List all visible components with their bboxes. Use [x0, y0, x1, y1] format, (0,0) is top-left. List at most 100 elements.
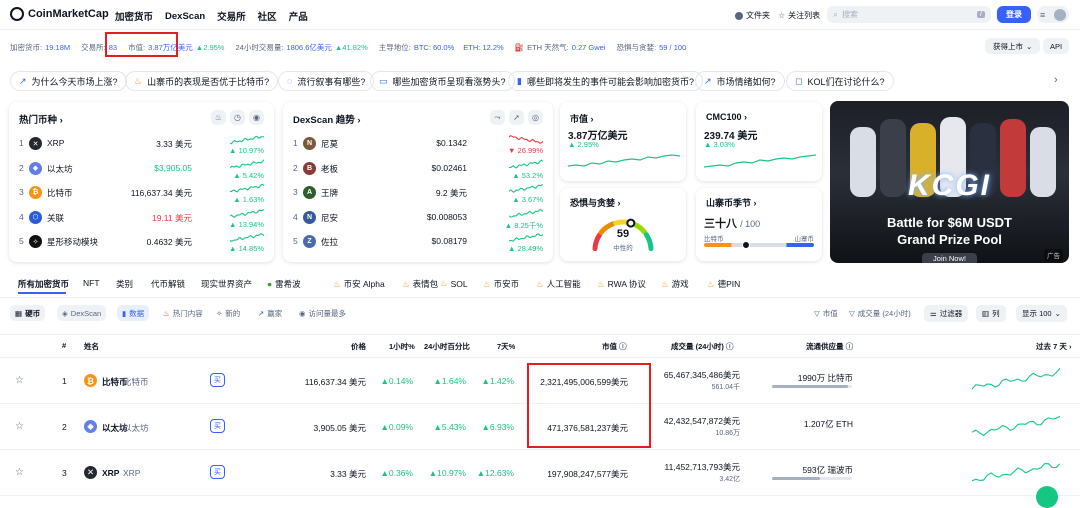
col-1h[interactable]: 1小时%: [389, 341, 415, 352]
tab-meme[interactable]: ♨ 表情包: [402, 278, 438, 290]
ai-question-pill[interactable]: ♨ 山寨币的表现是否优于比特币?: [125, 71, 279, 91]
tab-depin[interactable]: ♨ 德PIN: [707, 278, 740, 290]
ad-join-button[interactable]: Join Now!: [922, 253, 977, 263]
col-price[interactable]: 价格: [351, 341, 366, 352]
trending-row[interactable]: 5 ✧ 星形移动模块 0.4632 美元 ▲ 14.85%: [9, 230, 274, 254]
tab-all-crypto[interactable]: 所有加密货币: [18, 278, 69, 290]
buy-button[interactable]: 买: [210, 465, 225, 479]
tab-categories[interactable]: 类别: [116, 278, 133, 290]
dexscan-row[interactable]: 1 N 尼莫 $0.1342 ▼ 26.99%: [283, 132, 553, 156]
coin-name[interactable]: XRP: [102, 468, 119, 478]
show-rows-select[interactable]: 显示 100 ⌄: [1016, 305, 1067, 322]
stat-eth-dominance[interactable]: ETH: 12.2%: [463, 43, 503, 52]
tab-sol[interactable]: ♨ SOL: [440, 278, 468, 289]
stat-eth-gas[interactable]: 0.27 Gwei: [572, 43, 606, 52]
trending-card-title[interactable]: 热门币种 ›: [19, 112, 63, 126]
watchlist-star-icon[interactable]: ☆: [15, 467, 24, 478]
nav-item-dexscan[interactable]: DexScan: [165, 11, 205, 22]
col-last-7-days[interactable]: 过去 7 天 ›: [1036, 341, 1071, 352]
bitcoin-icon: ₿: [29, 186, 42, 199]
get-listed-button[interactable]: 获得上市 ⌄: [985, 38, 1041, 54]
cmc100-card[interactable]: CMC100 › 239.74 美元 ▲ 3.03%: [696, 102, 822, 181]
search-input[interactable]: ⌕ 搜索 /: [827, 6, 991, 23]
filter-volume[interactable]: ▽ 成交量 (24小时): [849, 308, 911, 319]
col-supply[interactable]: 流通供应量 ⓘ: [806, 341, 853, 352]
coin-name: 关联: [47, 212, 65, 223]
filter-coins[interactable]: ▦ 硬币: [10, 305, 46, 321]
buy-button[interactable]: 买: [210, 419, 225, 433]
ai-question-pill[interactable]: ◌ 流行叙事有哪些?: [278, 71, 375, 91]
stat-btc-dominance[interactable]: BTC: 60.0%: [414, 43, 454, 52]
stat-fear-greed[interactable]: 59 / 100: [659, 43, 686, 52]
filter-hot[interactable]: ♨ 热门内容: [163, 308, 203, 319]
clock-icon[interactable]: ◷: [230, 110, 245, 125]
tab-nft[interactable]: NFT: [83, 278, 100, 288]
watchlist-star-icon[interactable]: ☆: [15, 375, 24, 386]
api-button[interactable]: API: [1043, 38, 1070, 54]
pool-icon[interactable]: ◎: [528, 110, 543, 125]
trending-row[interactable]: 4 ⬡ 关联 19.11 美元 ▲ 13.94%: [9, 206, 274, 230]
nav-item-exchanges[interactable]: 交易所: [217, 9, 246, 23]
filter-market-cap[interactable]: ▽ 市值: [814, 308, 838, 319]
eye-icon[interactable]: ◉: [249, 110, 264, 125]
filter-dexscan[interactable]: ◈ DexScan: [57, 305, 107, 321]
tab-rwa[interactable]: 现实世界资产: [201, 278, 252, 290]
col-volume[interactable]: 成交量 (24小时) ⓘ: [671, 341, 734, 352]
route-icon[interactable]: ⤳: [490, 110, 505, 125]
tab-binance-alpha[interactable]: ♨ 币安 Alpha: [333, 278, 385, 290]
stat-volume[interactable]: 1806.6亿美元: [286, 42, 331, 53]
nav-item-cryptocurrencies[interactable]: 加密货币: [115, 9, 153, 23]
flame-icon[interactable]: ♨: [211, 110, 226, 125]
table-row[interactable]: ☆ 3 ✕ XRP XRP 买 3.33 美元 ▲0.36% ▲10.97% ▲12.63% 197…: [0, 450, 1080, 496]
logo[interactable]: CoinMarketCap: [10, 7, 109, 21]
tab-ai[interactable]: ♨ 人工智能: [536, 278, 581, 290]
filter-ranking[interactable]: ▮ 数据: [117, 305, 150, 321]
col-24h[interactable]: 24小时百分比: [424, 341, 470, 352]
filter-gainers[interactable]: ↗ 赢家: [258, 308, 282, 319]
login-button[interactable]: 登录: [997, 6, 1031, 23]
tab-token-unlocks[interactable]: 代币解锁: [151, 278, 185, 290]
scroll-to-top-button[interactable]: [1036, 486, 1058, 508]
trending-row[interactable]: 1 ✕ XRP 3.33 美元 ▲ 10.97%: [9, 132, 274, 156]
watchlist-link[interactable]: ☆ 关注列表: [778, 10, 820, 21]
account-menu[interactable]: ≡: [1037, 6, 1069, 23]
tab-gaming[interactable]: ♨ 游戏: [661, 278, 689, 290]
tab-memecoin[interactable]: ● 雷希波: [267, 278, 301, 290]
ai-question-pill[interactable]: ↗ 为什么今天市场上涨?: [10, 71, 127, 91]
ai-question-pill[interactable]: ▮ 哪些即将发生的事件可能会影响加密货币?: [508, 71, 703, 91]
dexscan-row[interactable]: 2 B 老板 $0.02461 ▲ 53.2%: [283, 157, 553, 181]
chevron-right-icon[interactable]: ›: [1054, 74, 1058, 86]
ad-banner[interactable]: KCGI Battle for $6M USDT Grand Prize Poo…: [830, 101, 1069, 263]
nav-item-community[interactable]: 社区: [258, 9, 277, 23]
coin-change: ▲ 53.2%: [512, 170, 543, 180]
altcoin-season-card[interactable]: 山寨币季节 › 三十八 / 100 比特币 山寨币: [696, 188, 822, 261]
filters-button[interactable]: ⚌ 过滤器: [924, 305, 969, 322]
col-rank[interactable]: #: [62, 341, 66, 350]
tab-rwa-protocol[interactable]: ♨ RWA 协议: [597, 278, 646, 290]
watchlist-star-icon[interactable]: ☆: [15, 421, 24, 432]
columns-button[interactable]: ▥ 列: [976, 305, 1006, 322]
col-name[interactable]: 姓名: [84, 341, 99, 352]
dexscan-card-title[interactable]: DexScan 趋势 ›: [293, 112, 361, 126]
rocket-icon[interactable]: ➚: [509, 110, 524, 125]
ai-question-pill[interactable]: ↗ 市场情绪如何?: [695, 71, 785, 91]
ai-question-pill[interactable]: ▭ 哪些加密货币呈现看涨势头?: [370, 71, 515, 91]
stat-coins[interactable]: 19.18M: [45, 43, 70, 52]
filter-most-visited[interactable]: ◉ 访问量最多: [299, 308, 346, 319]
nav-item-products[interactable]: 产品: [289, 9, 308, 23]
ai-question-pill[interactable]: ◻ KOL们在讨论什么?: [786, 71, 894, 91]
coin-symbol: 以太坊: [123, 423, 149, 433]
portfolio-link[interactable]: 文件夹: [735, 10, 770, 21]
market-cap-card[interactable]: 市值 › 3.87万亿美元 ▲ 2.95%: [560, 102, 686, 181]
dexscan-row[interactable]: 5 Z 佐拉 $0.08179 ▲ 28.49%: [283, 230, 553, 254]
filter-new[interactable]: ✧ 新的: [216, 308, 240, 319]
tab-bnb[interactable]: ♨ 币安币: [483, 278, 519, 290]
buy-button[interactable]: 买: [210, 373, 225, 387]
fear-greed-card[interactable]: 恐惧与贪婪 › 59 中性的: [560, 188, 686, 261]
dexscan-row[interactable]: 3 A 王牌 9.2 美元 ▲ 3.67%: [283, 181, 553, 205]
trending-row[interactable]: 3 ₿ 比特币 116,637.34 美元 ▲ 1.63%: [9, 181, 274, 205]
col-market-cap[interactable]: 市值 ⓘ: [602, 341, 627, 352]
col-7d[interactable]: 7天%: [497, 341, 515, 352]
dexscan-row[interactable]: 4 N 尼安 $0.008053 ▲ 8.25千%: [283, 206, 553, 230]
trending-row[interactable]: 2 ◆ 以太坊 $3,905.05 ▲ 5.42%: [9, 157, 274, 181]
